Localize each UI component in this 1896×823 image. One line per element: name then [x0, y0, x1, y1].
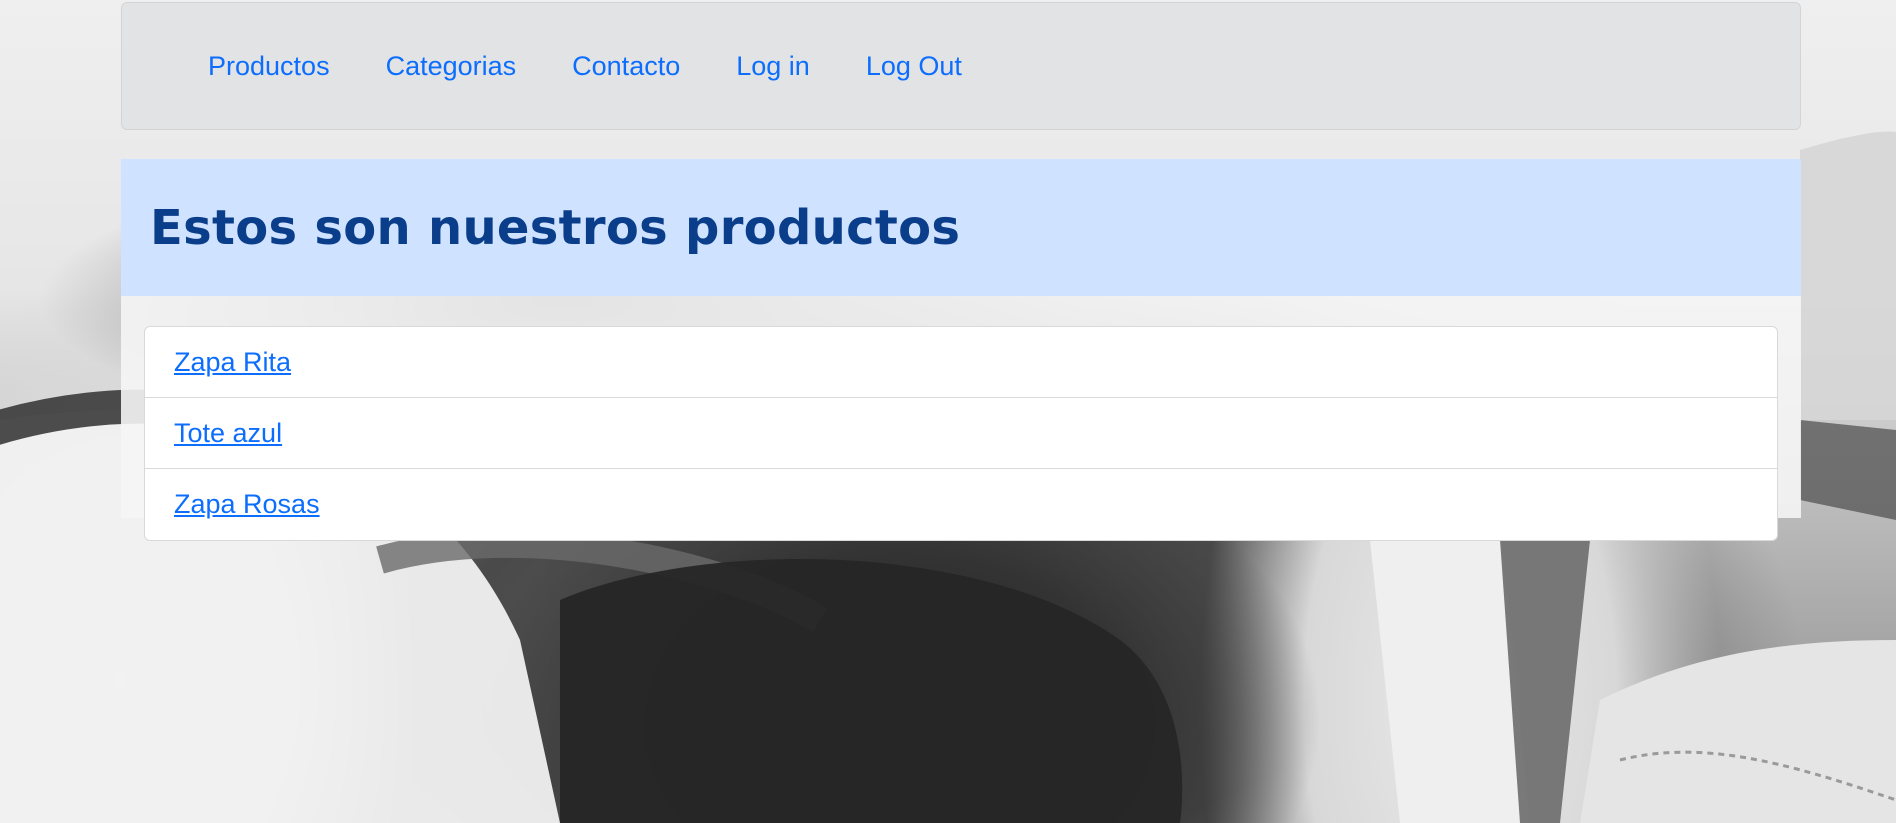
nav-link-contacto[interactable]: Contacto [544, 51, 708, 82]
main-container: Productos Categorias Contacto Log in Log… [121, 2, 1801, 541]
list-item: Zapa Rosas [145, 469, 1777, 540]
product-list-panel: Zapa Rita Tote azul Zapa Rosas [121, 296, 1801, 541]
nav-link-log-out[interactable]: Log Out [838, 51, 990, 82]
list-item: Tote azul [145, 398, 1777, 469]
product-link-zapa-rita[interactable]: Zapa Rita [174, 347, 291, 378]
nav-link-log-in[interactable]: Log in [708, 51, 838, 82]
nav-link-productos[interactable]: Productos [180, 51, 358, 82]
product-list: Zapa Rita Tote azul Zapa Rosas [144, 326, 1778, 541]
page-header: Estos son nuestros productos [121, 159, 1801, 296]
product-link-tote-azul[interactable]: Tote azul [174, 418, 282, 449]
product-link-zapa-rosas[interactable]: Zapa Rosas [174, 489, 320, 520]
page-title: Estos son nuestros productos [150, 199, 961, 256]
top-navbar: Productos Categorias Contacto Log in Log… [121, 2, 1801, 130]
list-item: Zapa Rita [145, 327, 1777, 398]
nav-link-categorias[interactable]: Categorias [358, 51, 545, 82]
